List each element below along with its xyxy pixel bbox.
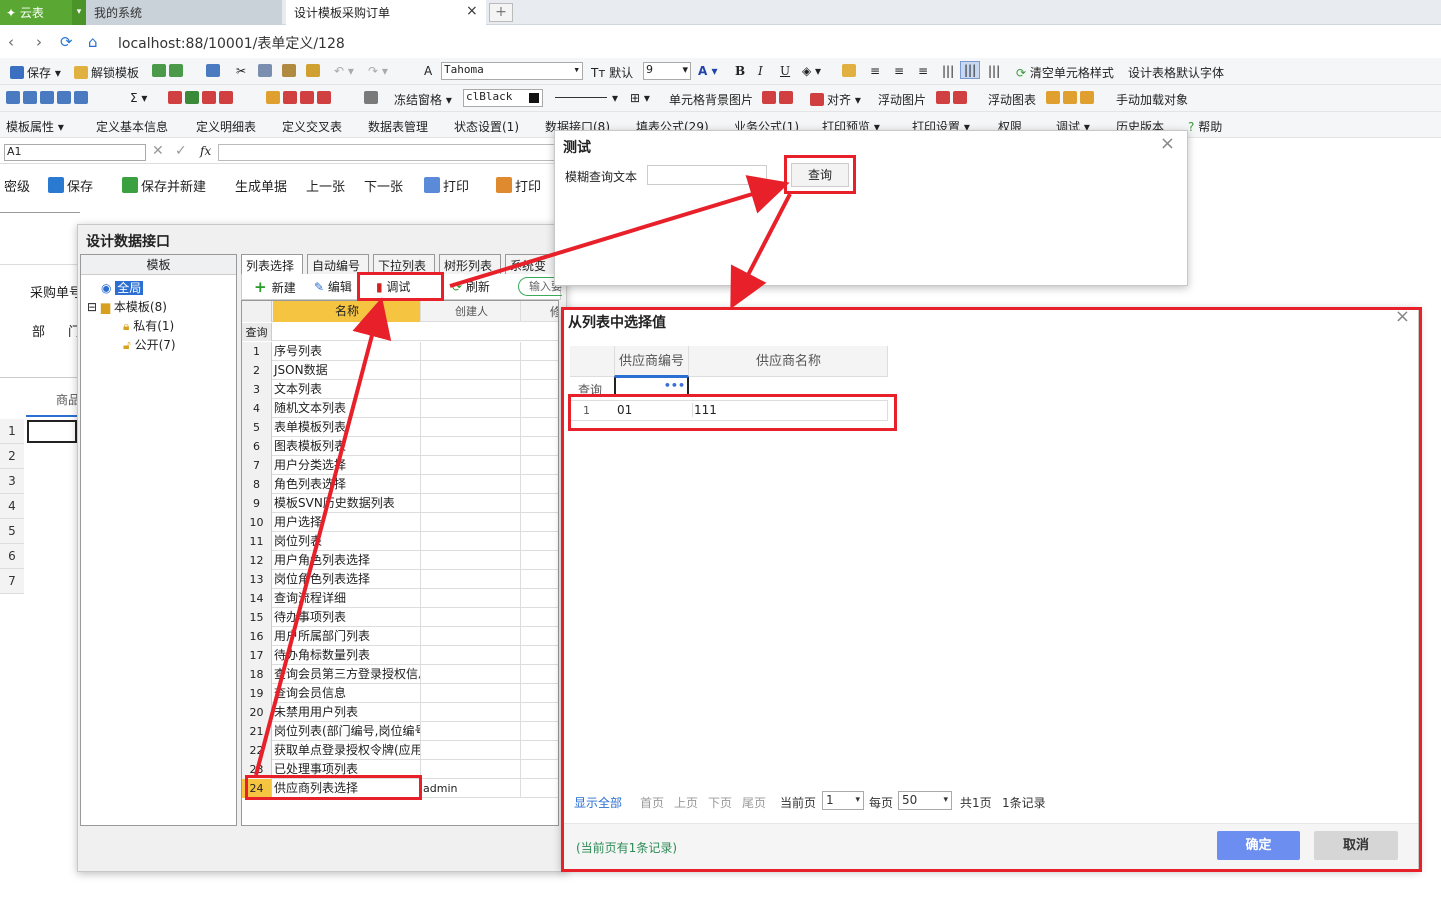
arrow-row-to-debug (254, 297, 392, 776)
annotation-arrows (254, 175, 792, 776)
arrow-query-to-dialog (730, 193, 792, 310)
arrow-debug-to-query (449, 175, 790, 288)
